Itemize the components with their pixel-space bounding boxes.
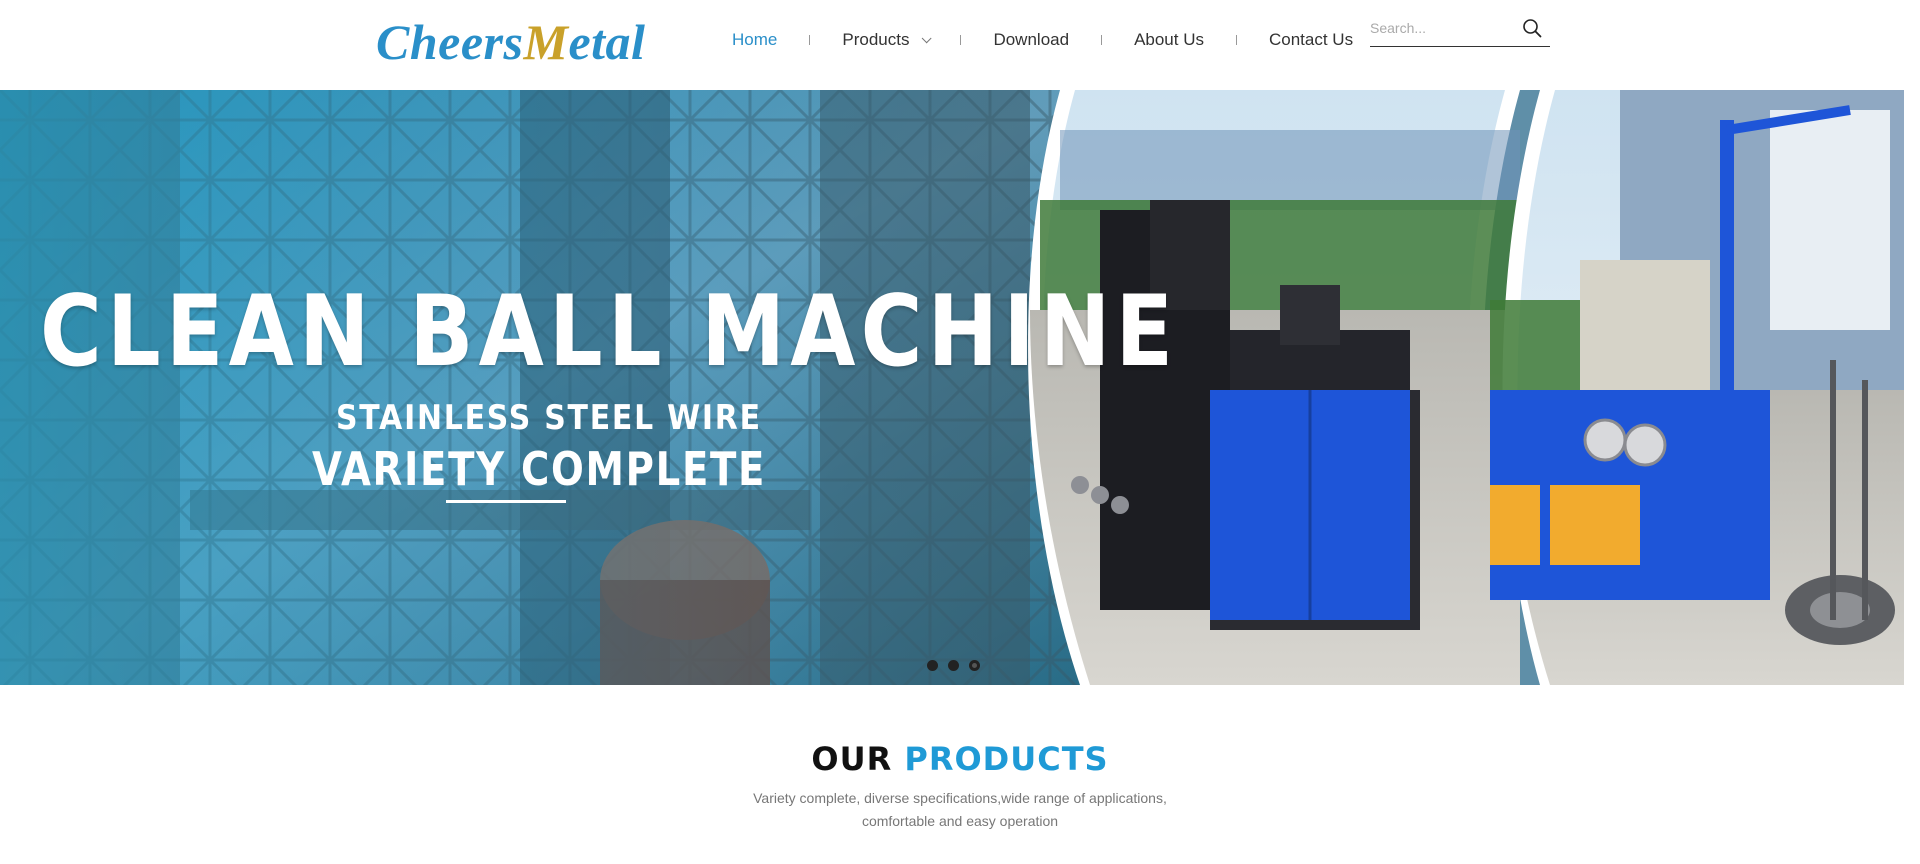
products-description-line1: Variety complete, diverse specifications… — [753, 790, 1167, 806]
search-input[interactable] — [1370, 14, 1510, 42]
nav-products[interactable]: Products — [810, 24, 960, 56]
banner-subtitle-1: STAINLESS STEEL WIRE — [336, 398, 762, 438]
logo-text-etal: etal — [568, 14, 646, 70]
logo-text-m: M — [523, 14, 569, 70]
search-box — [1370, 14, 1550, 47]
products-heading: OUR PRODUCTS — [0, 740, 1920, 778]
chevron-down-icon — [922, 32, 933, 43]
logo-text-cheers: Cheers — [376, 14, 524, 70]
site-header: CheersMetal Home Products Download About… — [0, 0, 1920, 90]
nav-download-label: Download — [993, 30, 1070, 49]
nav-contact[interactable]: Contact Us — [1237, 24, 1385, 56]
banner-subtitle-2: VARIETY COMPLETE — [312, 442, 767, 496]
slider-dot-3[interactable] — [969, 660, 980, 671]
main-nav: Home Products Download About Us Contact … — [700, 24, 1385, 56]
nav-contact-label: Contact Us — [1269, 30, 1354, 49]
slider-dot-1[interactable] — [927, 660, 938, 671]
nav-about[interactable]: About Us — [1102, 24, 1236, 56]
search-icon[interactable] — [1522, 18, 1542, 38]
products-heading-word2: PRODUCTS — [904, 740, 1109, 778]
nav-home-label: Home — [732, 30, 778, 49]
banner-title: CLEAN BALL MACHINE — [40, 275, 1179, 389]
products-description-line2: comfortable and easy operation — [861, 813, 1059, 829]
slider-pagination — [927, 660, 980, 671]
products-heading-word1: OUR — [811, 740, 893, 778]
slider-dot-2[interactable] — [948, 660, 959, 671]
hero-banner[interactable]: CLEAN BALL MACHINE STAINLESS STEEL WIRE … — [0, 90, 1904, 685]
nav-download[interactable]: Download — [961, 24, 1101, 56]
products-description: Variety complete, diverse specifications… — [0, 787, 1920, 833]
nav-home[interactable]: Home — [700, 24, 809, 56]
logo[interactable]: CheersMetal — [376, 14, 645, 70]
nav-products-label: Products — [842, 30, 910, 49]
nav-about-label: About Us — [1134, 30, 1204, 49]
banner-underline — [446, 500, 566, 503]
